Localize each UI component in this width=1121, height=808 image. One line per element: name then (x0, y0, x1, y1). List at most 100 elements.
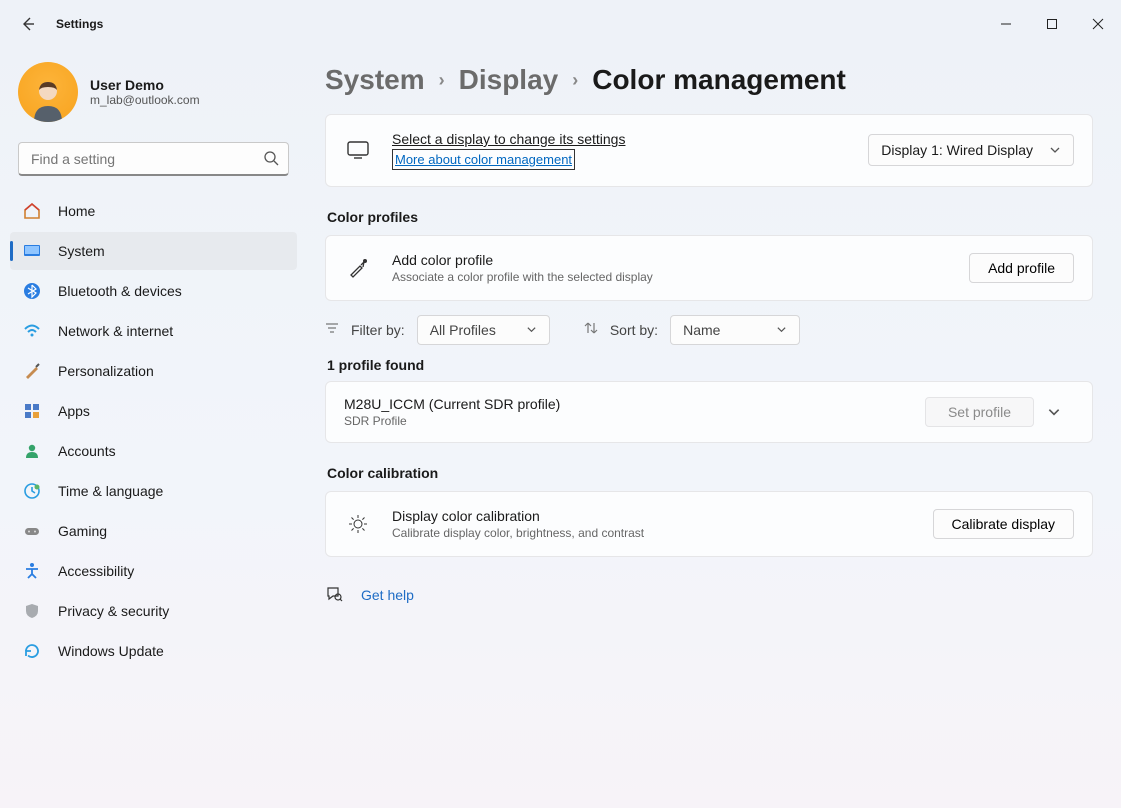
nav-label: Bluetooth & devices (58, 283, 182, 299)
close-button[interactable] (1075, 4, 1121, 44)
maximize-button[interactable] (1029, 4, 1075, 44)
section-color-calibration: Color calibration (327, 465, 1093, 481)
bluetooth-icon (22, 281, 42, 301)
add-profile-card: Add color profile Associate a color prof… (325, 235, 1093, 301)
nav: Home System Bluetooth & devices Network … (10, 192, 297, 670)
breadcrumb-system[interactable]: System (325, 64, 425, 96)
user-email: m_lab@outlook.com (90, 93, 200, 107)
back-button[interactable] (8, 4, 48, 44)
main-content: System › Display › Color management Sele… (305, 48, 1121, 808)
add-profile-button[interactable]: Add profile (969, 253, 1074, 283)
calibrate-button[interactable]: Calibrate display (933, 509, 1075, 539)
nav-label: System (58, 243, 105, 259)
set-profile-button[interactable]: Set profile (925, 397, 1034, 427)
calibration-title: Display color calibration (392, 508, 913, 524)
help-icon (325, 585, 343, 606)
chevron-down-icon (1049, 144, 1061, 156)
minimize-button[interactable] (983, 4, 1029, 44)
search-input[interactable] (18, 142, 289, 176)
expand-toggle[interactable] (1034, 405, 1074, 419)
nav-system[interactable]: System (10, 232, 297, 270)
nav-gaming[interactable]: Gaming (10, 512, 297, 550)
nav-label: Accessibility (58, 563, 134, 579)
nav-label: Network & internet (58, 323, 173, 339)
window-controls (983, 4, 1121, 44)
brightness-icon (344, 513, 372, 535)
wifi-icon (22, 321, 42, 341)
sort-icon (584, 321, 598, 338)
monitor-icon (344, 139, 372, 161)
minimize-icon (1000, 18, 1012, 30)
nav-accounts[interactable]: Accounts (10, 432, 297, 470)
user-name: User Demo (90, 77, 200, 93)
nav-home[interactable]: Home (10, 192, 297, 230)
nav-time[interactable]: Time & language (10, 472, 297, 510)
nav-apps[interactable]: Apps (10, 392, 297, 430)
breadcrumb-display[interactable]: Display (459, 64, 559, 96)
update-icon (22, 641, 42, 661)
add-profile-title: Add color profile (392, 252, 949, 268)
nav-label: Apps (58, 403, 90, 419)
search-wrap (18, 142, 289, 176)
display-dropdown-label: Display 1: Wired Display (881, 142, 1033, 158)
search-icon (263, 150, 279, 169)
nav-network[interactable]: Network & internet (10, 312, 297, 350)
sort-dropdown[interactable]: Name (670, 315, 800, 345)
filter-label: Filter by: (351, 322, 405, 338)
get-help-link[interactable]: Get help (361, 587, 414, 603)
sort-value: Name (683, 322, 720, 338)
nav-accessibility[interactable]: Accessibility (10, 552, 297, 590)
clock-icon (22, 481, 42, 501)
nav-label: Accounts (58, 443, 116, 459)
sidebar: User Demo m_lab@outlook.com Home System … (0, 48, 305, 808)
display-select-title: Select a display to change its settings (392, 131, 848, 147)
nav-label: Gaming (58, 523, 107, 539)
filter-icon (325, 321, 339, 338)
filter-value: All Profiles (430, 322, 496, 338)
app-title: Settings (56, 17, 103, 31)
display-select-card: Select a display to change its settings … (325, 114, 1093, 187)
calibration-card: Display color calibration Calibrate disp… (325, 491, 1093, 557)
add-profile-sub: Associate a color profile with the selec… (392, 270, 949, 284)
accessibility-icon (22, 561, 42, 581)
chevron-down-icon (776, 324, 787, 335)
avatar (18, 62, 78, 122)
brush-icon (22, 361, 42, 381)
user-block[interactable]: User Demo m_lab@outlook.com (10, 56, 297, 138)
maximize-icon (1046, 18, 1058, 30)
chevron-right-icon: › (572, 70, 578, 91)
person-icon (22, 441, 42, 461)
nav-label: Personalization (58, 363, 154, 379)
section-color-profiles: Color profiles (327, 209, 1093, 225)
nav-personalization[interactable]: Personalization (10, 352, 297, 390)
filter-dropdown[interactable]: All Profiles (417, 315, 550, 345)
nav-label: Time & language (58, 483, 163, 499)
profile-type: SDR Profile (344, 414, 925, 428)
shield-icon (22, 601, 42, 621)
nav-label: Privacy & security (58, 603, 169, 619)
chevron-right-icon: › (439, 70, 445, 91)
chevron-down-icon (1047, 405, 1061, 419)
apps-icon (22, 401, 42, 421)
breadcrumb: System › Display › Color management (325, 64, 1093, 96)
nav-update[interactable]: Windows Update (10, 632, 297, 670)
more-about-link[interactable]: More about color management (395, 152, 572, 167)
home-icon (22, 201, 42, 221)
close-icon (1092, 18, 1104, 30)
filter-row: Filter by: All Profiles Sort by: Name (325, 315, 1093, 345)
arrow-left-icon (20, 16, 36, 32)
display-dropdown[interactable]: Display 1: Wired Display (868, 134, 1074, 166)
help-row: Get help (325, 585, 1093, 606)
eyedropper-icon (344, 257, 372, 279)
system-icon (22, 241, 42, 261)
profile-row[interactable]: M28U_ICCM (Current SDR profile) SDR Prof… (325, 381, 1093, 443)
nav-label: Windows Update (58, 643, 164, 659)
nav-bluetooth[interactable]: Bluetooth & devices (10, 272, 297, 310)
gamepad-icon (22, 521, 42, 541)
titlebar: Settings (0, 0, 1121, 48)
breadcrumb-current: Color management (592, 64, 846, 96)
profile-name: M28U_ICCM (Current SDR profile) (344, 396, 925, 412)
nav-privacy[interactable]: Privacy & security (10, 592, 297, 630)
chevron-down-icon (526, 324, 537, 335)
calibration-sub: Calibrate display color, brightness, and… (392, 526, 913, 540)
